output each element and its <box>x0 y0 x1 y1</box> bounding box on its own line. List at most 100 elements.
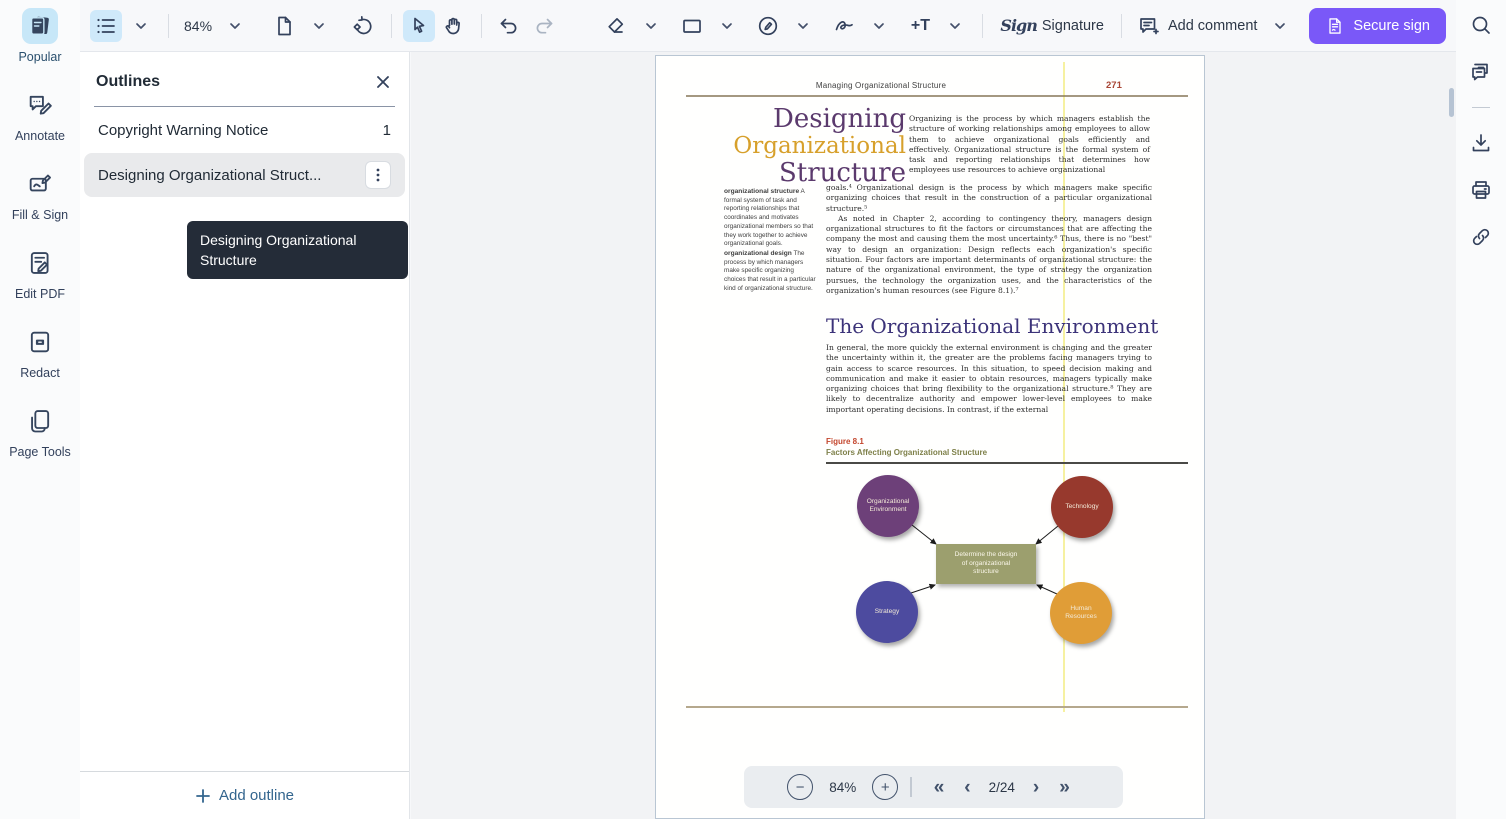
outlines-panel: Outlines Copyright Warning Notice 1 Desi… <box>80 52 410 819</box>
zoom-level-value: 84% <box>180 18 216 34</box>
first-page-button[interactable]: « <box>924 778 955 797</box>
outline-item-designing[interactable]: Designing Organizational Struct... <box>84 153 405 197</box>
comments-list-button[interactable] <box>1469 60 1493 84</box>
highlight-tool-dropdown[interactable] <box>787 10 819 42</box>
sidebar-item-label: Page Tools <box>9 445 71 459</box>
eraser-tool-button[interactable] <box>600 10 632 42</box>
chevron-down-icon <box>945 16 965 36</box>
outline-panel-toggle-button[interactable] <box>90 10 122 42</box>
sidebar-item-edit-pdf[interactable]: Edit PDF <box>2 245 78 301</box>
chapter-title-line2: Organizational <box>696 133 906 160</box>
signature-button[interactable]: Sign Signature <box>994 10 1110 42</box>
secure-sign-button[interactable]: Secure sign <box>1309 8 1446 44</box>
text-tool-icon: +T <box>911 17 930 35</box>
rotate-page-button[interactable] <box>348 10 380 42</box>
zoom-in-button[interactable]: + <box>872 774 898 800</box>
outline-tooltip: Designing Organizational Structure <box>187 221 408 279</box>
signature-script-icon: Sign <box>1000 16 1036 35</box>
margin-notes: organizational structure A formal system… <box>724 188 816 293</box>
search-button[interactable] <box>1469 13 1493 37</box>
sidebar-item-annotate[interactable]: Annotate <box>2 87 78 143</box>
outlines-title: Outlines <box>96 73 160 91</box>
shape-tool-button[interactable] <box>676 10 708 42</box>
rectangle-icon <box>680 14 704 38</box>
page-view-button[interactable] <box>268 10 300 42</box>
eraser-icon <box>604 14 628 38</box>
documents-icon <box>26 12 54 40</box>
outlines-footer: Add outline <box>80 771 409 819</box>
header-rule <box>686 95 1188 97</box>
text-tool-button[interactable]: +T <box>904 10 936 42</box>
body-paragraph-2: goals.⁴ Organizational design is the pro… <box>826 183 1152 214</box>
chevron-down-icon <box>225 16 245 36</box>
shape-tool-dropdown[interactable] <box>711 10 743 42</box>
link-icon <box>1469 225 1493 249</box>
section-paragraph: In general, the more quickly the externa… <box>826 343 1152 415</box>
margin-term: organizational structure <box>724 188 799 195</box>
outline-item-page: 1 <box>383 122 391 139</box>
scrollbar-thumb[interactable] <box>1449 88 1454 117</box>
secure-sign-doc-icon <box>1325 16 1345 36</box>
add-outline-button[interactable]: Add outline <box>195 787 294 804</box>
add-comment-dropdown[interactable] <box>1264 10 1296 42</box>
chevron-down-icon <box>869 16 889 36</box>
hand-icon <box>442 14 466 38</box>
redact-icon-tile <box>22 324 58 360</box>
draw-tool-button[interactable] <box>828 10 860 42</box>
add-outline-label: Add outline <box>219 787 294 804</box>
undo-button[interactable] <box>493 10 525 42</box>
pdf-page: Managing Organizational Structure 271 De… <box>655 55 1205 819</box>
share-link-button[interactable] <box>1469 225 1493 249</box>
running-header: Managing Organizational Structure <box>686 81 1076 90</box>
download-button[interactable] <box>1469 131 1493 155</box>
page-number: 271 <box>1106 80 1122 91</box>
page-indicator: 2/24 <box>989 780 1015 795</box>
select-tool-button[interactable] <box>403 10 435 42</box>
figure-node-organizational-environment: Organizational Environment <box>857 475 919 537</box>
toolbar-separator <box>1121 14 1122 38</box>
eraser-tool-dropdown[interactable] <box>635 10 667 42</box>
sidebar-item-redact[interactable]: Redact <box>2 324 78 380</box>
statusbar-divider <box>910 777 912 797</box>
redo-button[interactable] <box>528 10 560 42</box>
margin-term: organizational design <box>724 250 792 257</box>
add-comment-button[interactable]: Add comment <box>1133 10 1261 42</box>
plus-icon <box>195 788 211 804</box>
outline-item-menu-button[interactable] <box>365 161 391 189</box>
text-tool-dropdown[interactable] <box>939 10 971 42</box>
chapter-title: Designing Organizational Structure <box>696 106 906 187</box>
edit-pdf-icon <box>26 249 54 277</box>
zoom-dropdown[interactable] <box>219 10 251 42</box>
toolbar-annotation-group: +T Sign Signature Add comment Secure sig… <box>600 8 1446 44</box>
outline-item-copyright[interactable]: Copyright Warning Notice 1 <box>84 109 405 151</box>
highlight-tool-button[interactable] <box>752 10 784 42</box>
sidebar-item-label: Popular <box>18 50 61 64</box>
sidebar-item-label: Fill & Sign <box>12 208 68 222</box>
right-sidebar-divider <box>1472 107 1490 108</box>
pages-icon <box>26 407 54 435</box>
fill-and-sign-icon <box>26 170 54 198</box>
last-page-button[interactable]: » <box>1049 778 1080 797</box>
zoom-out-button[interactable]: − <box>787 774 813 800</box>
print-button[interactable] <box>1469 178 1493 202</box>
close-panel-button[interactable] <box>373 72 393 92</box>
sidebar-item-page-tools[interactable]: Page Tools <box>2 403 78 459</box>
print-icon <box>1469 178 1493 202</box>
page-view-dropdown[interactable] <box>303 10 335 42</box>
chevron-down-icon <box>1270 16 1290 36</box>
hand-tool-button[interactable] <box>438 10 470 42</box>
sidebar-item-popular[interactable]: Popular <box>2 8 78 64</box>
edit-pdf-icon-tile <box>22 245 58 281</box>
figure-caption: Factors Affecting Organizational Structu… <box>826 448 987 457</box>
figure-label: Figure 8.1 <box>826 437 864 446</box>
search-icon <box>1469 13 1493 37</box>
figure-node-human-resources: Human Resources <box>1050 582 1112 644</box>
next-page-button[interactable]: › <box>1023 778 1049 797</box>
body-paragraph-1: Organizing is the process by which manag… <box>909 114 1150 176</box>
draw-tool-dropdown[interactable] <box>863 10 895 42</box>
outline-options-dropdown[interactable] <box>125 10 157 42</box>
sidebar-item-fill-sign[interactable]: Fill & Sign <box>2 166 78 222</box>
outlines-divider <box>94 106 395 107</box>
toolbar-left-group: 84% <box>90 10 560 42</box>
previous-page-button[interactable]: ‹ <box>954 778 980 797</box>
